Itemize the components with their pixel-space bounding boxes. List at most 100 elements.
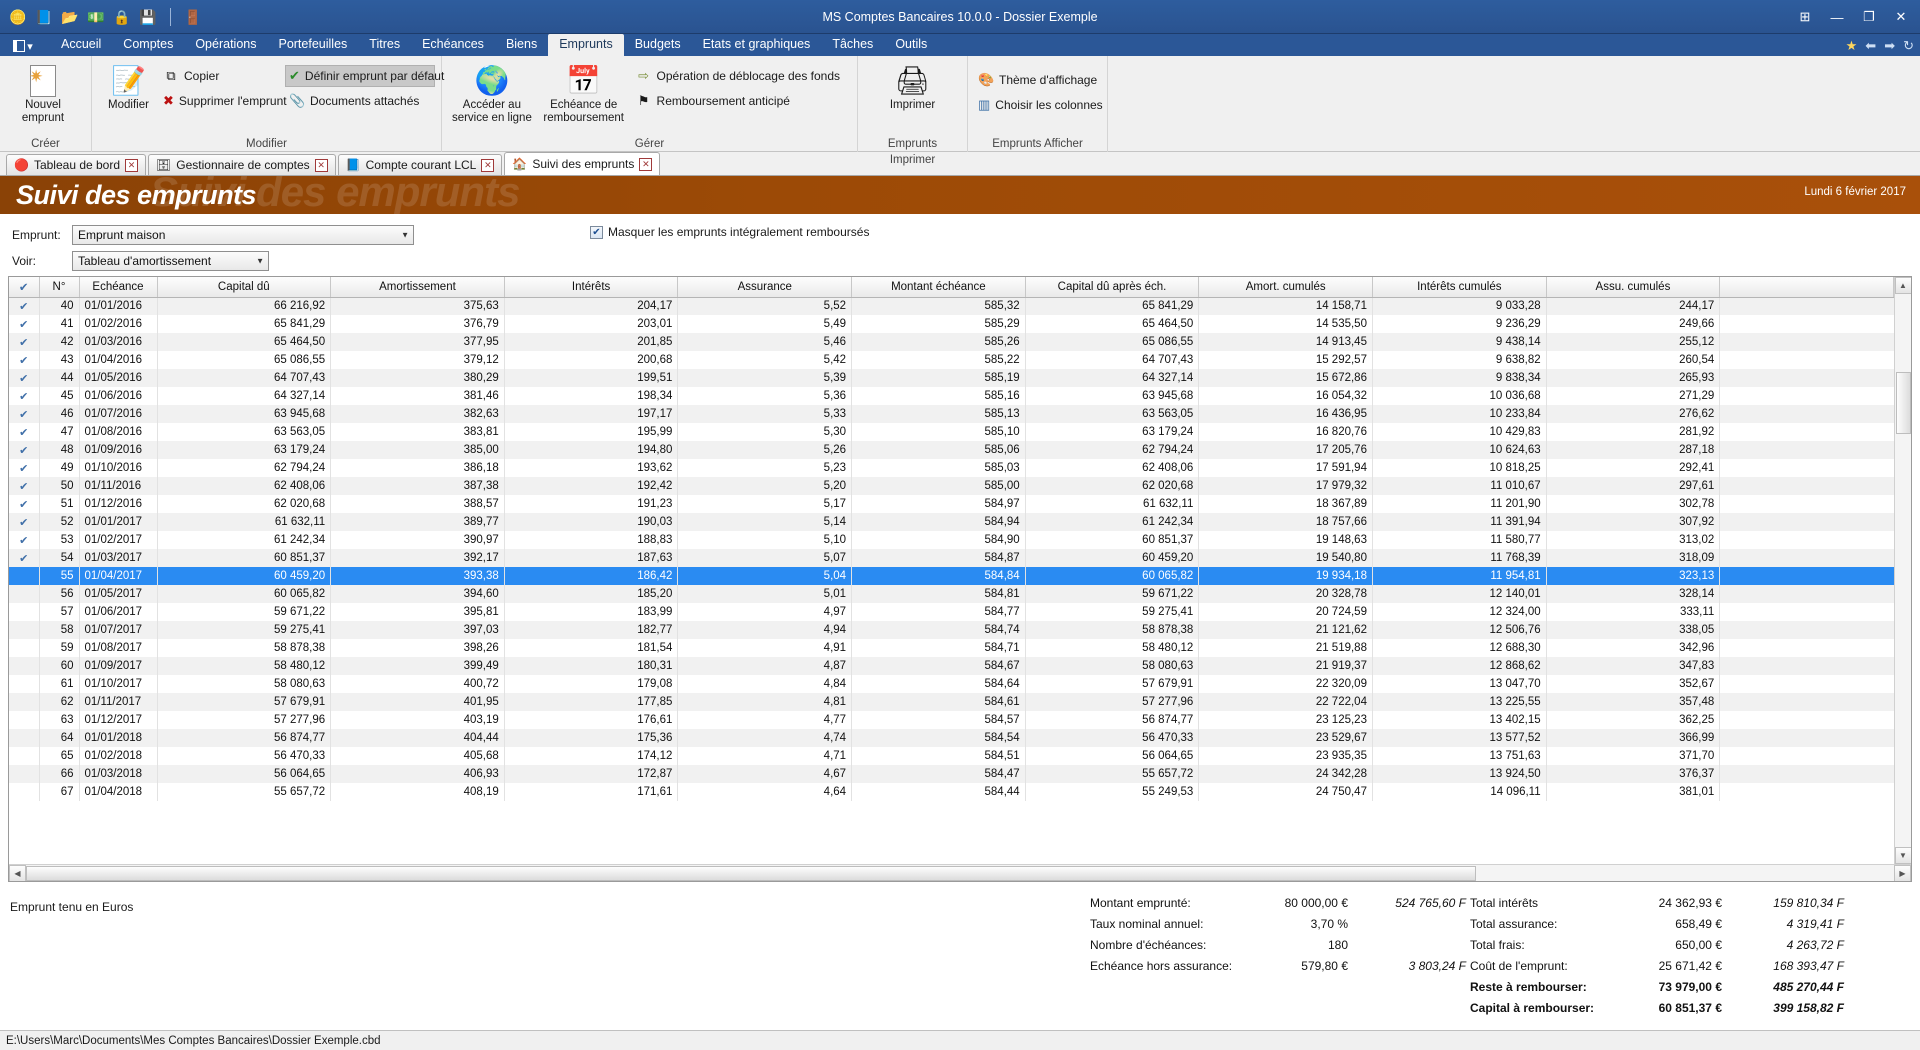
ribbon-tab-titres[interactable]: Titres xyxy=(358,34,411,56)
document-tab-gestionnaire-de-comptes[interactable]: 🗄 Gestionnaire de comptes ✕ xyxy=(148,154,336,175)
ribbon-tab-etats-et-graphiques[interactable]: Etats et graphiques xyxy=(692,34,822,56)
vertical-scroll-thumb[interactable] xyxy=(1895,372,1911,434)
coin-icon[interactable]: 🪙 xyxy=(8,7,28,27)
table-row[interactable]: 59 01/08/2017 58 878,38 398,26 181,54 4,91 584… xyxy=(9,639,1894,657)
choose-columns-button[interactable]: ▥ Choisir les colonnes xyxy=(974,94,1103,116)
column-header-montant_echeance[interactable]: Montant échéance xyxy=(851,277,1026,298)
table-row[interactable]: 55 01/04/2017 60 459,20 393,38 186,42 5,04 584… xyxy=(9,567,1894,585)
early-repayment-button[interactable]: ⚑ Remboursement anticipé xyxy=(632,90,851,112)
column-header-interets_cumules[interactable]: Intérêts cumulés xyxy=(1372,277,1547,298)
column-header-assurance[interactable]: Assurance xyxy=(677,277,853,298)
table-row[interactable]: ✔ 40 01/01/2016 66 216,92 375,63 204,17 5,52 58… xyxy=(9,297,1894,315)
column-header-amortissement[interactable]: Amortissement xyxy=(330,277,505,298)
restore-layout-button[interactable]: ⊞ xyxy=(1790,4,1820,30)
close-icon[interactable]: ✕ xyxy=(314,158,328,172)
ribbon-tab-accueil[interactable]: Accueil xyxy=(50,34,112,56)
attached-documents-button[interactable]: 📎 Documents attachés xyxy=(285,90,435,112)
display-theme-button[interactable]: 🎨 Thème d'affichage xyxy=(974,69,1102,91)
column-header-num[interactable]: N° xyxy=(39,277,80,298)
set-default-loan-button[interactable]: ✔ Définir emprunt par défaut xyxy=(285,65,444,87)
table-row[interactable]: ✔ 51 01/12/2016 62 020,68 388,57 191,23 5,17 58… xyxy=(9,495,1894,513)
lock-icon[interactable]: 🔒 xyxy=(112,7,132,27)
ribbon-tab-ech-ances[interactable]: Echéances xyxy=(411,34,495,56)
column-header-assu_cumules[interactable]: Assu. cumulés xyxy=(1546,277,1721,298)
new-document-icon[interactable]: 📘 xyxy=(34,7,54,27)
view-combobox[interactable]: Tableau d'amortissement ▼ xyxy=(72,251,269,271)
money-hand-icon[interactable]: 💵 xyxy=(86,7,106,27)
ribbon-tab-emprunts[interactable]: Emprunts xyxy=(548,34,624,56)
scroll-down-button[interactable]: ▼ xyxy=(1894,847,1911,864)
table-row[interactable]: ✔ 47 01/08/2016 63 563,05 383,81 195,99 5,30 58… xyxy=(9,423,1894,441)
ribbon-tab-comptes[interactable]: Comptes xyxy=(112,34,184,56)
hide-repaid-checkbox[interactable]: ✔ xyxy=(590,225,603,239)
help-icon[interactable]: ↻ xyxy=(1903,38,1914,54)
scroll-left-button[interactable]: ◀ xyxy=(9,864,26,881)
scroll-up-button[interactable]: ▲ xyxy=(1894,277,1911,294)
maximize-button[interactable]: ❐ xyxy=(1854,4,1884,30)
table-row[interactable]: ✔ 44 01/05/2016 64 707,43 380,29 199,51 5,39 58… xyxy=(9,369,1894,387)
hide-repaid-checkbox-wrap[interactable]: ✔ Masquer les emprunts intégralement rem… xyxy=(590,225,869,239)
table-row[interactable]: 56 01/05/2017 60 065,82 394,60 185,20 5,01 584… xyxy=(9,585,1894,603)
favorite-star-icon[interactable]: ★ xyxy=(1846,38,1858,54)
table-row[interactable]: 61 01/10/2017 58 080,63 400,72 179,08 4,84 584… xyxy=(9,675,1894,693)
close-icon[interactable]: ✕ xyxy=(125,158,139,172)
table-row[interactable]: 64 01/01/2018 56 874,77 404,44 175,36 4,74 584… xyxy=(9,729,1894,747)
table-row[interactable]: ✔ 53 01/02/2017 61 242,34 390,97 188,83 5,10 58… xyxy=(9,531,1894,549)
table-row[interactable]: ✔ 45 01/06/2016 64 327,14 381,46 198,34 5,36 58… xyxy=(9,387,1894,405)
table-row[interactable]: ✔ 42 01/03/2016 65 464,50 377,95 201,85 5,46 58… xyxy=(9,333,1894,351)
save-icon[interactable]: 💾 xyxy=(138,7,158,27)
column-header-echeance[interactable]: Echéance xyxy=(79,277,158,298)
print-button[interactable]: 🖨 Imprimer xyxy=(876,59,950,112)
copy-button[interactable]: ⧉ Copier xyxy=(159,65,285,87)
close-button[interactable]: ✕ xyxy=(1886,4,1916,30)
horizontal-scroll-thumb[interactable] xyxy=(26,865,1476,881)
column-header-check[interactable]: ✔ xyxy=(9,277,40,298)
exit-icon[interactable]: 🚪 xyxy=(183,7,203,27)
table-row[interactable]: ✔ 52 01/01/2017 61 632,11 389,77 190,03 5,14 58… xyxy=(9,513,1894,531)
table-row[interactable]: 63 01/12/2017 57 277,96 403,19 176,61 4,77 584… xyxy=(9,711,1894,729)
new-loan-button[interactable]: Nouvel emprunt xyxy=(6,59,80,125)
ribbon-tab-biens[interactable]: Biens xyxy=(495,34,548,56)
online-service-button[interactable]: 🌍 Accéder au service en ligne xyxy=(448,59,536,125)
close-icon[interactable]: ✕ xyxy=(481,158,495,172)
repayment-schedule-button[interactable]: 📅 Echéance de remboursement xyxy=(536,59,632,125)
column-header-capital_du[interactable]: Capital dû xyxy=(157,277,332,298)
table-row[interactable]: 66 01/03/2018 56 064,65 406,93 172,87 4,67 584… xyxy=(9,765,1894,783)
minimize-button[interactable]: — xyxy=(1822,4,1852,30)
ribbon-tab-budgets[interactable]: Budgets xyxy=(624,34,692,56)
column-header-amort_cumules[interactable]: Amort. cumulés xyxy=(1198,277,1373,298)
table-row[interactable]: ✔ 41 01/02/2016 65 841,29 376,79 203,01 5,49 58… xyxy=(9,315,1894,333)
ribbon-tab-op-rations[interactable]: Opérations xyxy=(184,34,267,56)
table-row[interactable]: ✔ 46 01/07/2016 63 945,68 382,63 197,17 5,33 58… xyxy=(9,405,1894,423)
table-row[interactable]: 60 01/09/2017 58 480,12 399,49 180,31 4,87 584… xyxy=(9,657,1894,675)
table-row[interactable]: ✔ 43 01/04/2016 65 086,55 379,12 200,68 5,42 58… xyxy=(9,351,1894,369)
vertical-scroll-track[interactable] xyxy=(1894,294,1911,847)
column-header-capital_apres[interactable]: Capital dû après éch. xyxy=(1025,277,1200,298)
table-row[interactable]: 57 01/06/2017 59 671,22 395,81 183,99 4,97 584… xyxy=(9,603,1894,621)
vertical-scrollbar[interactable]: ▲ ▼ xyxy=(1894,277,1911,864)
column-header-pad[interactable] xyxy=(1719,277,1894,298)
column-header-interets[interactable]: Intérêts xyxy=(504,277,679,298)
ribbon-tab-t-ches[interactable]: Tâches xyxy=(821,34,884,56)
table-row[interactable]: 67 01/04/2018 55 657,72 408,19 171,61 4,64 584… xyxy=(9,783,1894,801)
table-row[interactable]: ✔ 49 01/10/2016 62 794,24 386,18 193,62 5,23 58… xyxy=(9,459,1894,477)
ribbon-tab-portefeuilles[interactable]: Portefeuilles xyxy=(267,34,358,56)
modify-button[interactable]: 📝 Modifier xyxy=(98,59,159,112)
loan-combobox[interactable]: Emprunt maison ▼ xyxy=(72,225,414,245)
back-arrow-icon[interactable]: ⬅ xyxy=(1865,38,1876,54)
horizontal-scrollbar[interactable]: ◀ ▶ xyxy=(9,864,1911,881)
ribbon-tab-outils[interactable]: Outils xyxy=(884,34,938,56)
delete-loan-button[interactable]: ✖ Supprimer l'emprunt xyxy=(159,90,287,112)
funds-release-button[interactable]: ⇨ Opération de déblocage des fonds xyxy=(632,65,851,87)
close-icon[interactable]: ✕ xyxy=(639,157,653,171)
table-row[interactable]: 62 01/11/2017 57 679,91 401,95 177,85 4,81 584… xyxy=(9,693,1894,711)
table-row[interactable]: 65 01/02/2018 56 470,33 405,68 174,12 4,71 584… xyxy=(9,747,1894,765)
document-tab-tableau-de-bord[interactable]: 🔴 Tableau de bord ✕ xyxy=(6,154,147,175)
table-row[interactable]: ✔ 50 01/11/2016 62 408,06 387,38 192,42 5,20 58… xyxy=(9,477,1894,495)
table-row[interactable]: 58 01/07/2017 59 275,41 397,03 182,77 4,94 584… xyxy=(9,621,1894,639)
forward-arrow-icon[interactable]: ➡ xyxy=(1884,38,1895,54)
grid-viewport[interactable]: ✔ N° Echéance Capital dû Amortissement Intérê… xyxy=(9,277,1894,864)
horizontal-scroll-track[interactable] xyxy=(26,864,1894,881)
table-row[interactable]: ✔ 54 01/03/2017 60 851,37 392,17 187,63 5,07 58… xyxy=(9,549,1894,567)
document-tab-compte-courant-lcl[interactable]: 📘 Compte courant LCL ✕ xyxy=(337,154,503,175)
